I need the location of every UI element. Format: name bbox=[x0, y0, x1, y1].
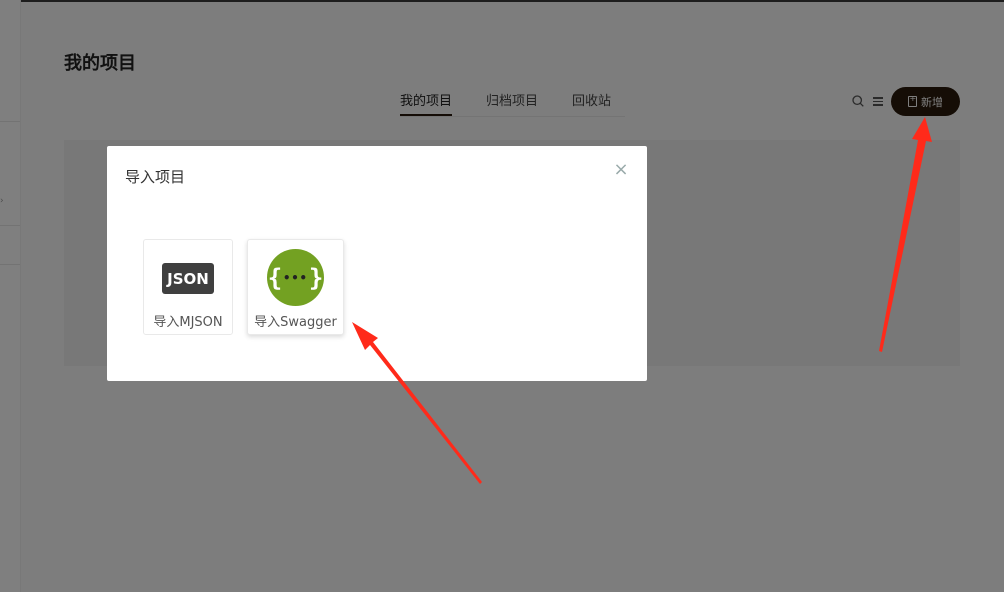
swagger-dots: ••• bbox=[283, 270, 308, 285]
swagger-brace-right: } bbox=[308, 263, 324, 292]
swagger-icon: {•••} bbox=[267, 249, 324, 306]
close-icon[interactable]: × bbox=[613, 161, 629, 179]
import-swagger-card[interactable]: {•••} 导入Swagger bbox=[247, 239, 344, 335]
modal-title: 导入项目 bbox=[125, 168, 186, 186]
import-mjson-card[interactable]: JSON 导入MJSON bbox=[143, 239, 233, 335]
import-mjson-label: 导入MJSON bbox=[153, 315, 223, 330]
import-swagger-label: 导入Swagger bbox=[254, 315, 337, 330]
import-project-modal: 导入项目 × JSON 导入MJSON {•••} 导入Swagger bbox=[107, 146, 647, 381]
swagger-brace-left: { bbox=[267, 263, 283, 292]
json-icon: JSON bbox=[162, 263, 214, 294]
